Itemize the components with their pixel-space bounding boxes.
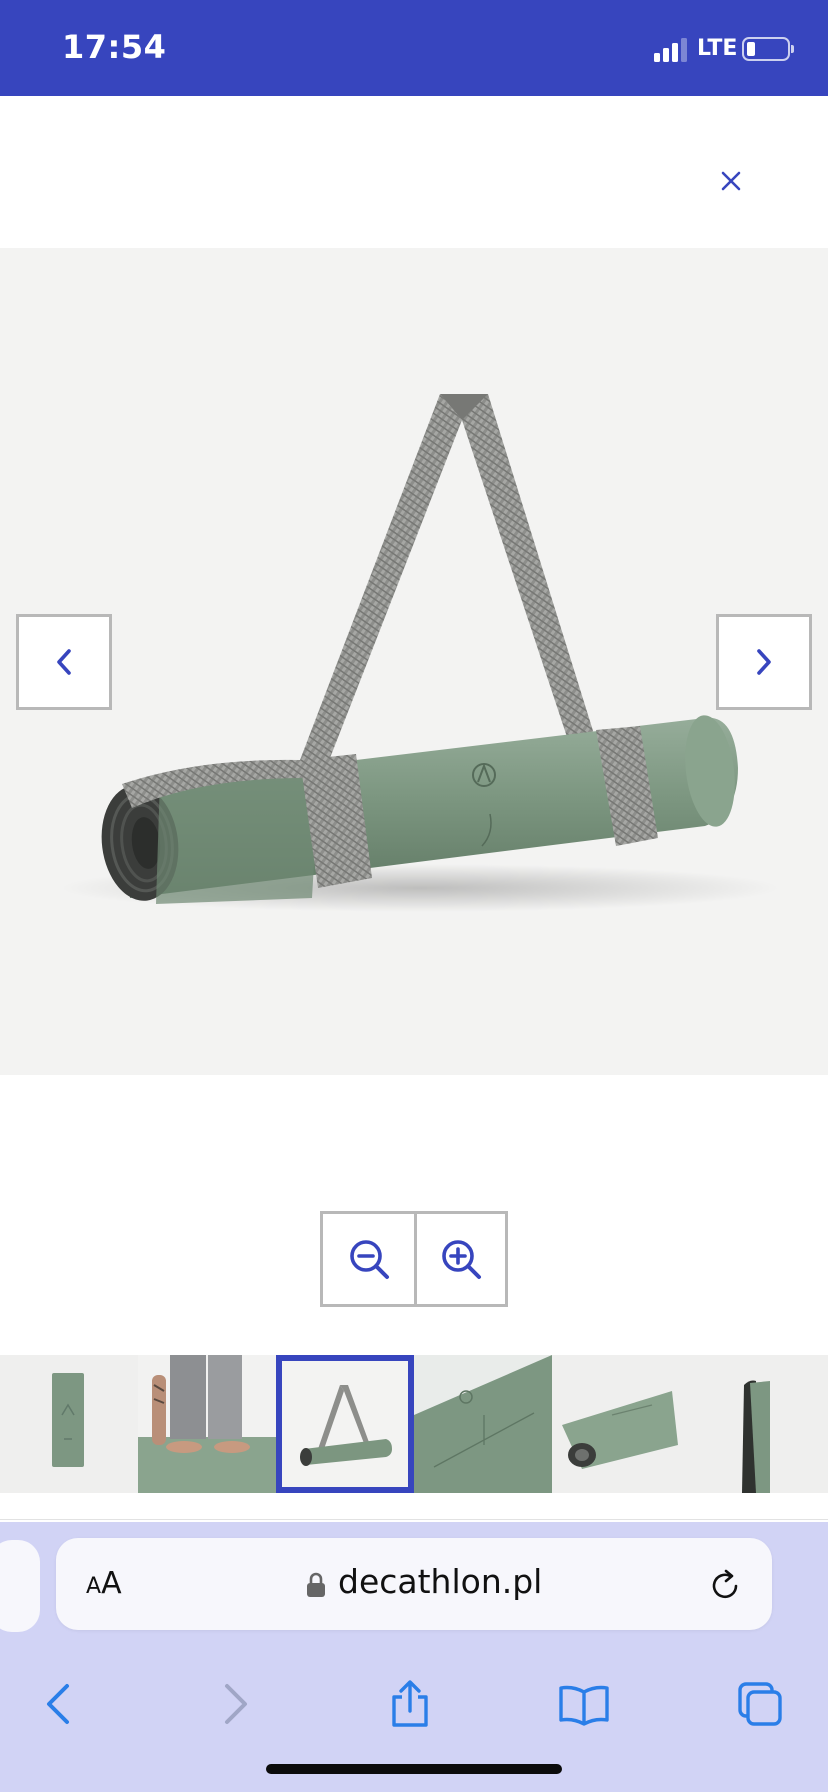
previous-image-button[interactable]	[16, 614, 112, 710]
thumbnail-image	[552, 1355, 690, 1493]
chevron-left-icon	[57, 649, 71, 675]
home-indicator[interactable]	[266, 1764, 562, 1774]
previous-tab-preview[interactable]	[0, 1540, 40, 1632]
back-button[interactable]	[28, 1674, 88, 1734]
battery-icon	[742, 37, 794, 61]
next-image-button[interactable]	[716, 614, 812, 710]
thumbnail-5[interactable]	[552, 1355, 690, 1493]
forward-icon	[225, 1684, 247, 1724]
back-icon	[47, 1684, 69, 1724]
close-button[interactable]	[712, 162, 750, 200]
thumbnail-image	[414, 1355, 552, 1493]
product-image	[60, 394, 780, 912]
text-size-button[interactable]: AA	[86, 1566, 122, 1601]
tabs-icon	[738, 1682, 782, 1726]
status-bar: 17:54 LTE	[0, 0, 828, 96]
thumbnail-image	[0, 1355, 138, 1493]
thumbnail-3[interactable]	[276, 1355, 414, 1493]
cellular-signal-icon	[654, 38, 688, 62]
bookmarks-icon	[559, 1685, 609, 1726]
zoom-out-icon	[349, 1240, 389, 1279]
zoom-in-button[interactable]	[414, 1214, 505, 1304]
share-button[interactable]	[380, 1674, 440, 1734]
thumbnail-4[interactable]	[414, 1355, 552, 1493]
thumbnail-1[interactable]	[0, 1355, 138, 1493]
address-bar[interactable]: AA decathlon.pl	[56, 1538, 772, 1630]
divider	[0, 1519, 828, 1520]
bookmarks-button[interactable]	[554, 1674, 614, 1734]
reload-icon[interactable]	[708, 1568, 744, 1604]
tabs-button[interactable]	[730, 1674, 790, 1734]
close-icon	[721, 171, 741, 191]
thumbnail-image	[138, 1355, 276, 1493]
zoom-controls	[320, 1211, 508, 1307]
url-text: decathlon.pl	[338, 1562, 543, 1601]
chevron-right-icon	[757, 649, 771, 675]
network-type: LTE	[697, 36, 738, 61]
thumbnail-image	[282, 1361, 408, 1487]
thumbnail-image	[690, 1355, 828, 1493]
text-size-large-label: A	[101, 1566, 122, 1601]
zoom-out-button[interactable]	[323, 1214, 414, 1304]
lock-icon	[307, 1572, 325, 1597]
browser-toolbar: AA decathlon.pl	[0, 1522, 828, 1792]
share-icon	[392, 1680, 428, 1727]
forward-button[interactable]	[206, 1674, 266, 1734]
zoom-in-icon	[442, 1240, 481, 1279]
text-size-small-label: A	[86, 1574, 102, 1599]
thumbnail-strip	[0, 1355, 828, 1493]
thumbnail-2[interactable]	[138, 1355, 276, 1493]
thumbnail-6[interactable]	[690, 1355, 828, 1493]
product-image-viewer[interactable]	[0, 248, 828, 1075]
status-time: 17:54	[62, 28, 167, 66]
